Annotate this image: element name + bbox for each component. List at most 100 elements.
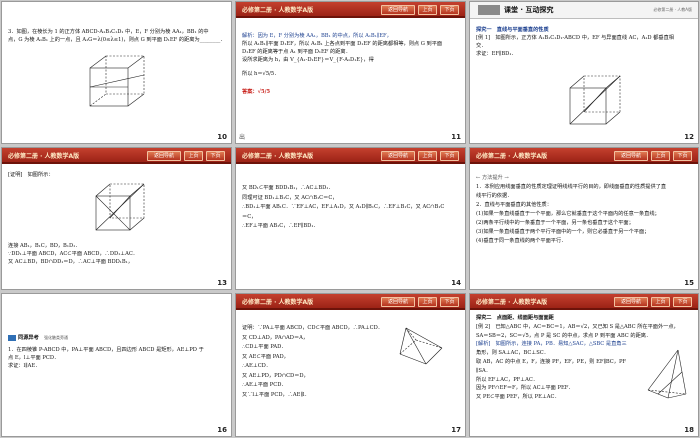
section-header: 课堂 · 互动探究 必修第二册 · 人教A版	[470, 2, 698, 19]
slide-text: 解析：因为 E，F 分别为棱 AA₁，BB₁ 的中点，所以 A₁B₁∥EF， 所…	[242, 32, 459, 96]
next-page-button[interactable]: 下页	[440, 151, 459, 161]
next-page-button[interactable]: 下页	[206, 151, 225, 161]
page-number: 11	[451, 133, 461, 141]
next-page-button[interactable]: 下页	[440, 5, 459, 15]
page-number: 14	[451, 279, 461, 287]
text-line: (1)如果一条直线垂直于一个平面，那么它就垂直于这个平面内的任意一条直线；	[476, 211, 660, 217]
text-line: 求证：l∥AE．	[8, 363, 41, 369]
slide-thumbnail[interactable]: 必修第二册 · 人教数学A版 返回导航 上页 下页 探究二 点面距、线面距与面面…	[469, 293, 699, 437]
text-line: [例 1] 如图所示，正方体 A₁B₁C₁D₁-ABCD 中，EF 与异面直线 …	[476, 35, 674, 41]
pyramid-figure	[642, 346, 692, 402]
text-line: SA＝SB＝2，SC＝√5，点 P 是 SC 的中点，求点 P 到平面 ABC …	[476, 332, 652, 339]
text-line: ← 方法提升 →	[476, 175, 509, 181]
back-nav-button[interactable]: 返回导航	[381, 297, 415, 307]
cube-figure	[82, 50, 152, 112]
header-title: 必修第二册 · 人教数学A版	[476, 153, 548, 160]
text-line: 探究一 直线与平面垂直的性质	[476, 27, 549, 33]
slide-thumbnail[interactable]: 必修第二册 · 人教数学A版 返回导航 上页 下页 又 BD₁⊂平面 BDD₁B…	[235, 147, 466, 290]
slide-header: 必修第二册 · 人教数学A版 返回导航 上页 下页	[236, 148, 465, 164]
next-page-button[interactable]: 下页	[440, 297, 459, 307]
prev-page-button[interactable]: 上页	[418, 297, 437, 307]
slide-text: ← 方法提升 → 1．本例应用线面垂直的性质定理证明线线平行的目的，即线面垂直的…	[476, 174, 692, 246]
page-number: 10	[217, 133, 227, 141]
back-nav-button[interactable]: 返回导航	[381, 151, 415, 161]
page-number: 16	[217, 426, 227, 434]
text-line: ∵DD₁⊥平面 ABCD，AC⊂平面 ABCD，∴DD₁⊥AC．	[8, 251, 138, 257]
text-line: 1．在四棱锥 P-ABCD 中，PA⊥平面 ABCD，且四边形 ABCD 是矩形…	[8, 347, 204, 353]
prev-page-button[interactable]: 上页	[651, 151, 670, 161]
text-line: 2．直线与平面垂直的其他性质：	[476, 202, 552, 208]
text-line: 同理可证 BD₁⊥B₁C，又 AC∩B₁C＝C，	[242, 194, 338, 201]
slide-thumbnail[interactable]: 必修第二册 · 人教数学A版 返回导航 上页 下页 解析：因为 E，F 分别为棱…	[235, 1, 466, 144]
text-line: 点 E，l⊥平面 PCD．	[8, 355, 60, 361]
section-title: 课堂 · 互动探究	[504, 6, 554, 14]
back-nav-button[interactable]: 返回导航	[614, 297, 648, 307]
text-line: 又 BD₁⊂平面 BDD₁B₁，∴AC⊥BD₁．	[242, 185, 334, 191]
section-tag-sub: 强化触类旁通	[43, 335, 68, 340]
text-line: D₁EF 的距离等于点 A₁ 到平面 D₁EF 的距离．	[242, 49, 351, 55]
answer-text: 答案：√5/5	[242, 89, 271, 95]
text-line: 交．	[476, 43, 487, 49]
page-number: 17	[451, 426, 461, 434]
slide-header: 必修第二册 · 人教数学A版 返回导航 上页 下页	[236, 294, 465, 310]
header-title: 必修第二册 · 人教数学A版	[8, 153, 80, 160]
page-number: 12	[684, 133, 694, 141]
text-line: (3)如果一条直线垂直于两个平行平面中的一个，则它必垂直于另一个平面；	[476, 229, 650, 235]
cube-figure	[90, 180, 150, 234]
text-line: ∴AE⊥平面 PCD．	[242, 382, 287, 388]
text-line: 3．如图，在棱长为 1 的正方体 ABCD-A₁B₁C₁D₁ 中，E，F 分别为…	[8, 29, 209, 35]
text-line: [证明] 如图所示：	[8, 172, 54, 178]
cube-figure	[566, 72, 626, 128]
back-nav-button[interactable]: 返回导航	[381, 5, 415, 15]
text-line: 解析：因为 E，F 分别为棱 AA₁，BB₁ 的中点，所以 A₁B₁∥EF，	[242, 33, 392, 39]
text-line: ＝C，	[242, 213, 257, 220]
prev-page-button[interactable]: 上页	[184, 151, 203, 161]
slide-thumbnail[interactable]: 3．如图，在棱长为 1 的正方体 ABCD-A₁B₁C₁D₁ 中，E，F 分别为…	[1, 1, 232, 144]
tag-icon	[8, 334, 16, 341]
section-tag: 同源异考	[18, 335, 44, 341]
prev-page-button[interactable]: 上页	[418, 5, 437, 15]
footer-mark: 出	[239, 134, 246, 141]
slide-header: 必修第二册 · 人教数学A版 返回导航 上页 下页	[236, 2, 465, 18]
text-line: 探究二 点面距、线面距与面面距	[476, 315, 554, 321]
section-tag-icon	[478, 5, 500, 15]
slide-text: 又 BD₁⊂平面 BDD₁B₁，∴AC⊥BD₁． 同理可证 BD₁⊥B₁C，又 …	[242, 184, 459, 232]
text-line: 又 AE⊥PD，PD∩CD＝D，	[242, 372, 309, 379]
text-line: 连接 AB₁，B₁C，BD，B₁D₁．	[8, 243, 81, 249]
slide-grid: 3．如图，在棱长为 1 的正方体 ABCD-A₁B₁C₁D₁ 中，E，F 分别为…	[0, 0, 700, 438]
text-line: 线平行的依据．	[476, 193, 513, 199]
slide-thumbnail[interactable]: 必修第二册 · 人教数学A版 返回导航 上页 下页 ← 方法提升 → 1．本例应…	[469, 147, 699, 290]
text-line: 所以 A₁B₁∥平面 D₁EF，所以 A₁B₁ 上各点到平面 D₁EF 的距离都…	[242, 41, 443, 47]
page-number: 18	[684, 426, 694, 434]
slide-text: 连接 AB₁，B₁C，BD，B₁D₁． ∵DD₁⊥平面 ABCD，AC⊂平面 A…	[8, 242, 225, 266]
next-page-button[interactable]: 下页	[673, 297, 692, 307]
page-number: 13	[217, 279, 227, 287]
next-page-button[interactable]: 下页	[673, 151, 692, 161]
slide-header: 必修第二册 · 人教数学A版 返回导航 上页 下页	[470, 148, 698, 164]
slide-thumbnail[interactable]: 必修第二册 · 人教数学A版 返回导航 上页 下页 [证明] 如图所示： 连接 …	[1, 147, 232, 290]
text-line: 又∵l⊥平面 PCD，∴AE∥l．	[242, 391, 310, 398]
text-line: [例 2] 已知△ABC 中，AC＝BC＝1，AB＝√2，又已知 S 是△ABC…	[476, 323, 679, 330]
header-title: 必修第二册 · 人教数学A版	[242, 7, 314, 14]
slide-header: 必修第二册 · 人教数学A版 返回导航 上页 下页	[470, 294, 698, 310]
text-line: ∴EF⊥平面 AB₁C，∴EF∥BD₁．	[242, 223, 319, 229]
slide-text: 探究一 直线与平面垂直的性质 [例 1] 如图所示，正方体 A₁B₁C₁D₁-A…	[476, 26, 692, 58]
text-line: ∴BD₁⊥平面 AB₁C．∵EF⊥AC，EF⊥A₁D，又 A₁D∥B₁C，∴EF…	[242, 204, 445, 210]
back-nav-button[interactable]: 返回导航	[614, 151, 648, 161]
text-line: 点，G 为棱 A₁B₁ 上的一点，且 A₁G＝λ(0≤λ≤1)，则点 G 到平面…	[8, 37, 225, 43]
slide-header: 必修第二册 · 人教数学A版 返回导航 上页 下页	[2, 148, 231, 164]
text-line: 又 AC⊥BD，BD∩DD₁＝D，∴AC⊥平面 BDD₁B₁，	[8, 259, 133, 265]
pyramid-figure	[396, 324, 446, 372]
back-nav-button[interactable]: 返回导航	[147, 151, 181, 161]
page-number: 15	[684, 279, 694, 287]
slide-thumbnail[interactable]: 课堂 · 互动探究 必修第二册 · 人教A版 探究一 直线与平面垂直的性质 [例…	[469, 1, 699, 144]
prev-page-button[interactable]: 上页	[418, 151, 437, 161]
prev-page-button[interactable]: 上页	[651, 297, 670, 307]
text-line: (4)垂直于同一条直线的两个平面平行．	[476, 238, 567, 244]
text-line: (2)两条平行线中的一条垂直于一个平面，另一条也垂直于这个平面；	[476, 220, 634, 226]
slide-thumbnail[interactable]: 同源异考 强化触类旁通 1．在四棱锥 P-ABCD 中，PA⊥平面 ABCD，且…	[1, 293, 232, 437]
header-title: 必修第二册 · 人教数学A版	[476, 299, 548, 306]
slide-thumbnail[interactable]: 必修第二册 · 人教数学A版 返回导航 上页 下页 证明：∵PA⊥平面 ABCD…	[235, 293, 466, 437]
text-line: 求证：EF∥BD₁．	[476, 51, 517, 57]
slide-text: [证明] 如图所示：	[8, 171, 225, 179]
